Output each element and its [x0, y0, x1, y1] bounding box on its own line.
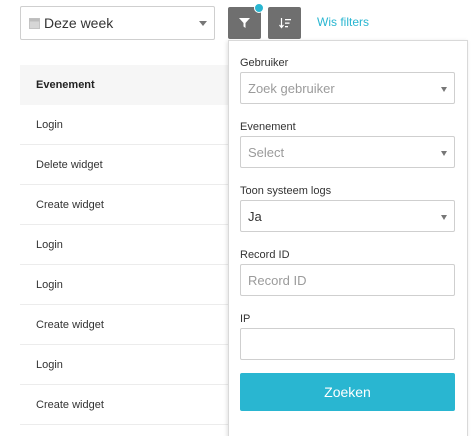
system-logs-value: Ja: [248, 208, 262, 224]
user-select[interactable]: Zoek gebruiker: [240, 72, 455, 104]
record-id-input[interactable]: Record ID: [240, 264, 455, 296]
filter-icon: [239, 18, 250, 28]
filter-active-indicator: [254, 3, 264, 13]
event-select[interactable]: Select: [240, 136, 455, 168]
chevron-down-icon: [199, 21, 207, 26]
clear-filters-link[interactable]: Wis filters: [317, 15, 369, 29]
user-label: Gebruiker: [240, 57, 289, 69]
sort-icon: [278, 17, 291, 28]
table-row[interactable]: Login: [20, 225, 235, 265]
table-row[interactable]: Login: [20, 345, 235, 385]
ip-label: IP: [240, 313, 251, 325]
filter-panel: Gebruiker Zoek gebruiker Evenement Selec…: [228, 40, 468, 436]
period-select-value: Deze week: [44, 15, 114, 31]
table-row[interactable]: Create widget: [20, 385, 235, 425]
column-header-event: Evenement: [20, 65, 235, 105]
ip-input[interactable]: [240, 328, 455, 360]
table-row[interactable]: Login: [20, 105, 235, 145]
table-row[interactable]: Delete widget: [20, 145, 235, 185]
period-select[interactable]: Deze week: [20, 6, 215, 40]
chevron-down-icon: [441, 87, 447, 92]
search-button[interactable]: Zoeken: [240, 373, 455, 411]
sort-button[interactable]: [268, 7, 301, 39]
calendar-icon: [29, 17, 40, 29]
event-label: Evenement: [240, 121, 296, 133]
system-logs-select[interactable]: Ja: [240, 200, 455, 232]
record-id-placeholder: Record ID: [248, 272, 307, 288]
event-select-placeholder: Select: [248, 144, 285, 160]
record-id-label: Record ID: [240, 249, 290, 261]
chevron-down-icon: [441, 215, 447, 220]
table-row[interactable]: Login: [20, 265, 235, 305]
events-table: Evenement Login Delete widget Create wid…: [20, 65, 235, 425]
user-select-placeholder: Zoek gebruiker: [248, 80, 335, 96]
table-row[interactable]: Create widget: [20, 305, 235, 345]
chevron-down-icon: [441, 151, 447, 156]
table-row[interactable]: Create widget: [20, 185, 235, 225]
system-logs-label: Toon systeem logs: [240, 185, 332, 197]
